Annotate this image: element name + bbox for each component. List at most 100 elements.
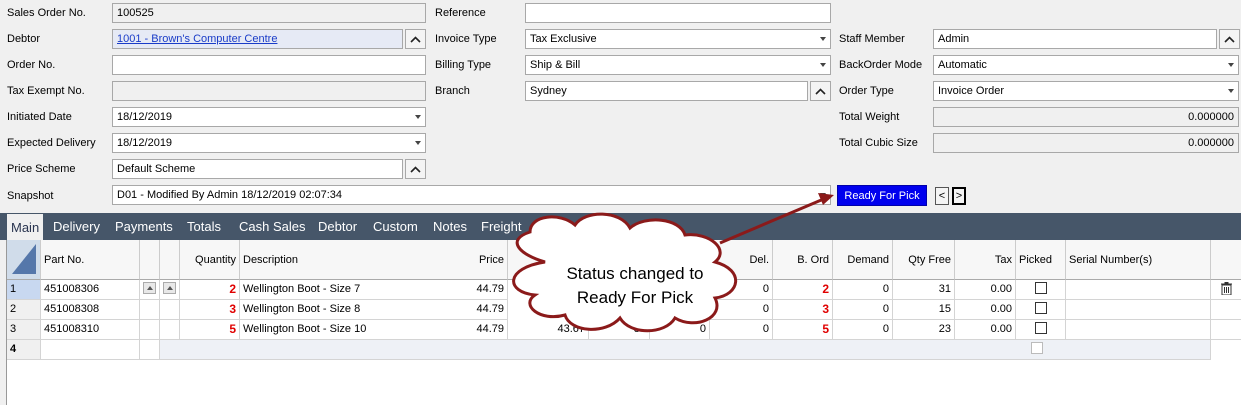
col-b-ord[interactable]: B. Ord	[773, 240, 833, 280]
callout-line-2: Ready For Pick	[576, 288, 694, 307]
order-no-field[interactable]	[112, 55, 426, 75]
chevron-down-icon	[415, 141, 421, 145]
reference-label: Reference	[435, 7, 486, 19]
tab-delivery[interactable]: Delivery	[53, 213, 100, 240]
serial-cell[interactable]	[1066, 300, 1211, 320]
delete-line-button[interactable]	[1211, 280, 1241, 300]
prev-status-button[interactable]: <	[935, 187, 949, 205]
move-cell	[160, 300, 180, 320]
backorder-mode-value: Automatic	[938, 59, 987, 71]
tab-main[interactable]: Main	[6, 213, 45, 240]
branch-field[interactable]: Sydney	[525, 81, 808, 101]
invoice-type-select[interactable]: Tax Exclusive	[525, 29, 831, 49]
price-cell[interactable]: 44.79	[457, 300, 508, 320]
action-cell	[1211, 320, 1241, 340]
arrow-up-icon	[143, 282, 156, 295]
row-number[interactable]: 4	[7, 340, 41, 360]
order-type-label: Order Type	[839, 85, 894, 97]
tax-cell[interactable]: 0.00	[955, 320, 1016, 340]
picked-cell[interactable]	[1016, 300, 1066, 320]
col-quantity[interactable]: Quantity	[180, 240, 240, 280]
b-ord-cell[interactable]: 3	[773, 300, 833, 320]
price-cell[interactable]: 44.79	[457, 320, 508, 340]
price-scheme-field[interactable]: Default Scheme	[112, 159, 403, 179]
chevron-down-icon	[415, 115, 421, 119]
description-cell[interactable]: Wellington Boot - Size 7	[240, 280, 457, 300]
staff-member-lookup-button[interactable]	[1219, 29, 1240, 49]
snapshot-field[interactable]: D01 - Modified By Admin 18/12/2019 02:07…	[112, 185, 831, 205]
billing-type-select[interactable]: Ship & Bill	[525, 55, 831, 75]
debtor-label: Debtor	[7, 33, 41, 45]
tax-cell[interactable]: 0.00	[955, 280, 1016, 300]
part-no-cell[interactable]	[41, 340, 140, 360]
b-ord-cell[interactable]: 2	[773, 280, 833, 300]
quantity-cell[interactable]: 3	[180, 300, 240, 320]
tab-debtor[interactable]: Debtor	[318, 213, 357, 240]
serial-cell[interactable]	[1066, 280, 1211, 300]
move-cell	[140, 320, 160, 340]
move-up-button[interactable]	[140, 280, 160, 300]
part-no-cell[interactable]: 451008310	[41, 320, 140, 340]
debtor-field[interactable]: 1001 - Brown's Computer Centre	[112, 29, 403, 49]
col8-cell[interactable]: 84	[589, 320, 650, 340]
billing-type-value: Ship & Bill	[530, 59, 581, 71]
expected-delivery-field[interactable]: 18/12/2019	[112, 133, 426, 153]
move-cell	[140, 300, 160, 320]
description-cell[interactable]: Wellington Boot - Size 10	[240, 320, 457, 340]
order-type-select[interactable]: Invoice Order	[933, 81, 1239, 101]
new-row-cells[interactable]	[160, 340, 1211, 360]
total-cubic-size-label: Total Cubic Size	[839, 137, 918, 149]
col-picked[interactable]: Picked	[1016, 240, 1066, 280]
chevron-down-icon	[820, 63, 826, 67]
col9-cell[interactable]: 0	[650, 320, 710, 340]
initiated-date-field[interactable]: 18/12/2019	[112, 107, 426, 127]
col-serial[interactable]: Serial Number(s)	[1066, 240, 1211, 280]
tab-cash-sales[interactable]: Cash Sales	[239, 213, 305, 240]
col-tax[interactable]: Tax	[955, 240, 1016, 280]
tab-notes[interactable]: Notes	[433, 213, 467, 240]
row-number[interactable]: 2	[7, 300, 41, 320]
picked-checkbox[interactable]	[1034, 322, 1047, 335]
demand-cell: 0	[833, 320, 893, 340]
backorder-mode-label: BackOrder Mode	[839, 59, 923, 71]
serial-cell[interactable]	[1066, 320, 1211, 340]
tab-totals[interactable]: Totals	[187, 213, 221, 240]
quantity-cell[interactable]: 2	[180, 280, 240, 300]
staff-member-field[interactable]: Admin	[933, 29, 1217, 49]
col-move-up	[140, 240, 160, 280]
col-demand[interactable]: Demand	[833, 240, 893, 280]
status-button[interactable]: Ready For Pick	[837, 185, 927, 206]
grid-corner[interactable]	[7, 240, 41, 280]
debtor-lookup-button[interactable]	[405, 29, 426, 49]
backorder-mode-select[interactable]: Automatic	[933, 55, 1239, 75]
col-qty-free[interactable]: Qty Free	[893, 240, 955, 280]
col-price[interactable]: Price	[457, 240, 508, 280]
tax-cell[interactable]: 0.00	[955, 300, 1016, 320]
picked-checkbox[interactable]	[1034, 302, 1047, 315]
picked-checkbox[interactable]	[1034, 282, 1047, 295]
row-number[interactable]: 1	[7, 280, 41, 300]
move-cell	[160, 320, 180, 340]
part-no-cell[interactable]: 451008306	[41, 280, 140, 300]
chevron-down-icon	[820, 37, 826, 41]
b-ord-cell[interactable]: 5	[773, 320, 833, 340]
row-number[interactable]: 3	[7, 320, 41, 340]
quantity-cell[interactable]: 5	[180, 320, 240, 340]
picked-cell[interactable]	[1016, 280, 1066, 300]
tab-freight[interactable]: Freight	[481, 213, 521, 240]
tab-payments[interactable]: Payments	[115, 213, 173, 240]
part-no-cell[interactable]: 451008308	[41, 300, 140, 320]
description-cell[interactable]: Wellington Boot - Size 8	[240, 300, 457, 320]
move-down-button[interactable]	[160, 280, 180, 300]
price-scheme-lookup-button[interactable]	[405, 159, 426, 179]
reference-field[interactable]	[525, 3, 831, 23]
col-part-no[interactable]: Part No.	[41, 240, 140, 280]
tab-custom[interactable]: Custom	[373, 213, 418, 240]
picked-cell[interactable]	[1016, 320, 1066, 340]
col7-cell[interactable]: 43.67	[508, 320, 589, 340]
billing-type-label: Billing Type	[435, 59, 492, 71]
branch-lookup-button[interactable]	[810, 81, 831, 101]
price-cell[interactable]: 44.79	[457, 280, 508, 300]
del-cell[interactable]: 0	[710, 320, 773, 340]
next-status-button[interactable]: >	[952, 187, 966, 205]
